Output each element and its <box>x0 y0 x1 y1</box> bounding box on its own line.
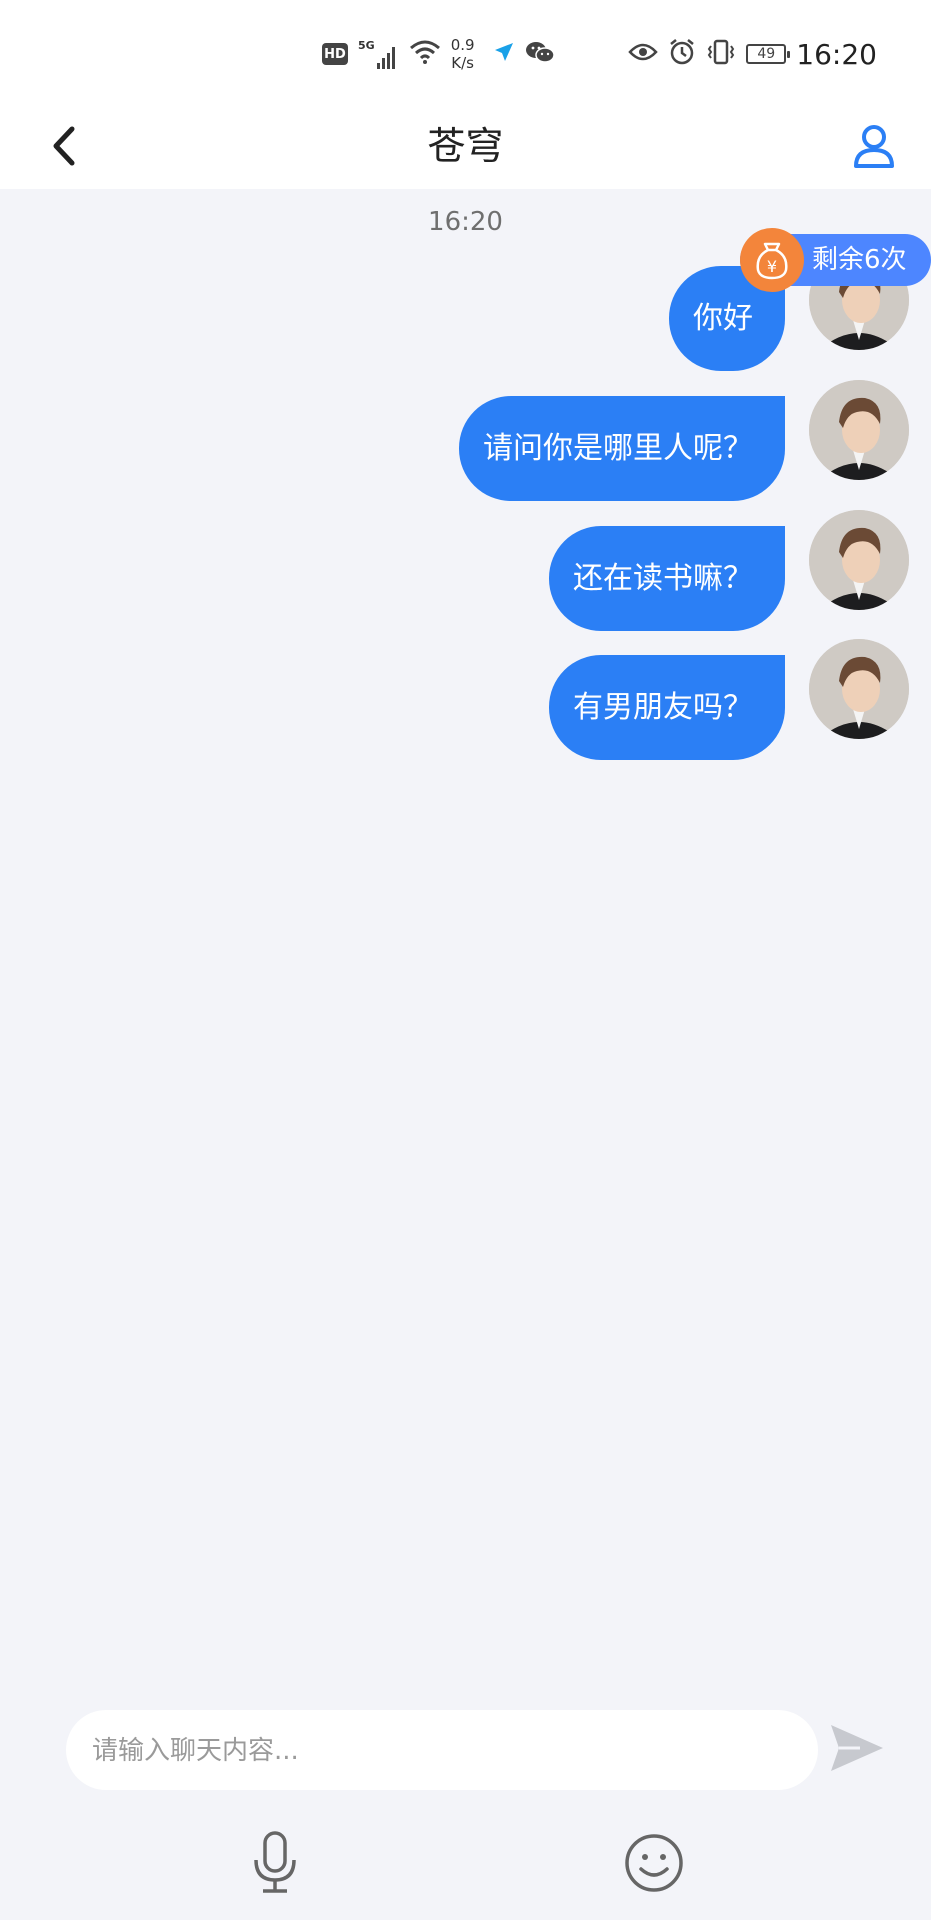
emoji-button[interactable] <box>624 1833 684 1893</box>
alarm-icon <box>668 38 696 70</box>
avatar[interactable] <box>809 380 909 480</box>
send-icon <box>831 1725 883 1771</box>
status-bar: HD 5G 0.9 K/s 49 16:20 <box>0 0 931 103</box>
status-right: 49 16:20 <box>628 34 877 74</box>
hd-icon: HD <box>322 43 348 65</box>
voice-button[interactable] <box>250 1830 300 1894</box>
wechat-icon <box>525 40 555 68</box>
smiley-icon <box>625 1834 683 1892</box>
profile-button[interactable] <box>847 119 901 173</box>
vibrate-icon <box>706 38 736 70</box>
battery-level: 49 <box>757 46 776 62</box>
paper-plane-icon <box>493 41 515 67</box>
net-speed-unit: K/s <box>451 54 474 72</box>
message-row: 还在读书嘛？ <box>0 510 931 631</box>
message-row: 有男朋友吗？ <box>0 639 931 760</box>
user-icon <box>854 125 894 168</box>
message-row: 请问你是哪里人呢？ <box>0 380 931 501</box>
nav-bar: 苍穹 <box>0 103 931 189</box>
status-left: HD 5G 0.9 K/s <box>322 34 555 74</box>
page-title: 苍穹 <box>427 124 504 168</box>
avatar[interactable] <box>809 510 909 610</box>
svg-text:¥: ¥ <box>767 257 777 276</box>
message-bubble[interactable]: 有男朋友吗？ <box>549 655 785 760</box>
send-button[interactable] <box>828 1722 886 1774</box>
net-speed-value: 0.9 <box>450 36 475 54</box>
eye-icon <box>628 42 659 66</box>
message-bubble[interactable]: 还在读书嘛？ <box>549 526 785 631</box>
signal-icon: 5G <box>358 39 399 69</box>
chat-timestamp: 16:20 <box>428 207 503 237</box>
signal-label: 5G <box>358 39 375 52</box>
message-input-box[interactable] <box>66 1710 818 1792</box>
net-speed: 0.9 K/s <box>451 36 475 72</box>
microphone-icon <box>254 1831 296 1893</box>
money-bag-icon: ¥ <box>740 228 804 292</box>
message-input[interactable] <box>90 1710 794 1792</box>
battery-icon: 49 <box>746 44 791 64</box>
status-time: 16:20 <box>796 37 877 71</box>
remaining-count-label: 剩余6次 <box>812 245 907 275</box>
wifi-icon <box>409 39 441 69</box>
remaining-count-badge[interactable]: ¥ 剩余6次 <box>740 228 931 292</box>
avatar[interactable] <box>809 639 909 739</box>
message-bubble[interactable]: 请问你是哪里人呢？ <box>459 396 785 501</box>
